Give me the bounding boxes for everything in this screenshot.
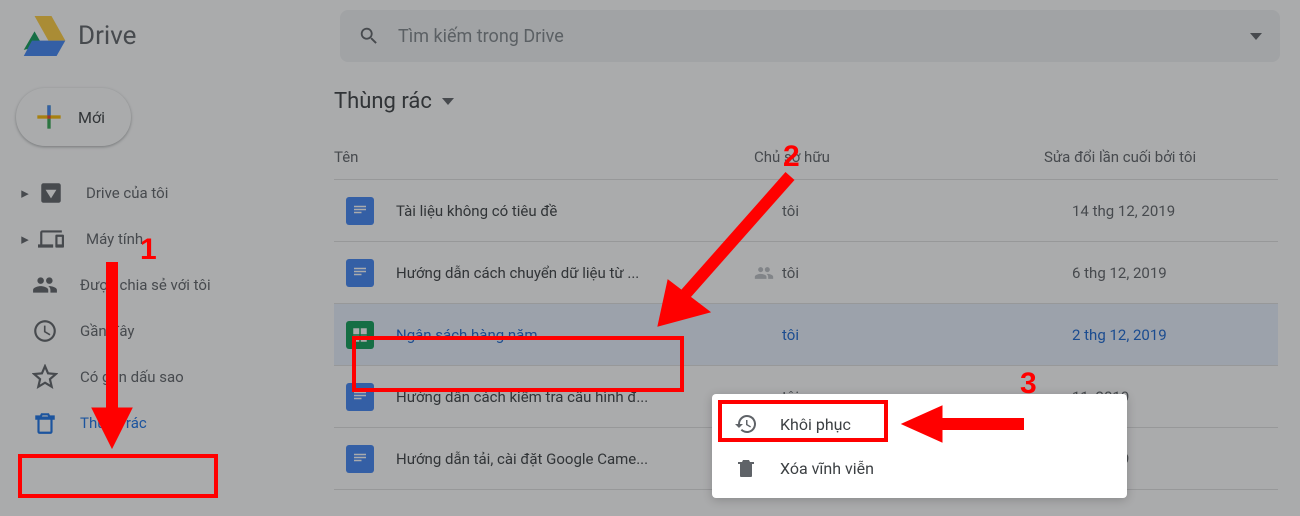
- context-menu: Khôi phục Xóa vĩnh viễn: [712, 394, 1127, 498]
- menu-restore-label: Khôi phục: [780, 415, 851, 434]
- restore-icon: [734, 412, 758, 436]
- menu-delete-forever[interactable]: Xóa vĩnh viễn: [712, 446, 1127, 490]
- trash-icon: [734, 456, 758, 480]
- menu-delete-forever-label: Xóa vĩnh viễn: [780, 459, 874, 478]
- menu-restore[interactable]: Khôi phục: [712, 402, 1127, 446]
